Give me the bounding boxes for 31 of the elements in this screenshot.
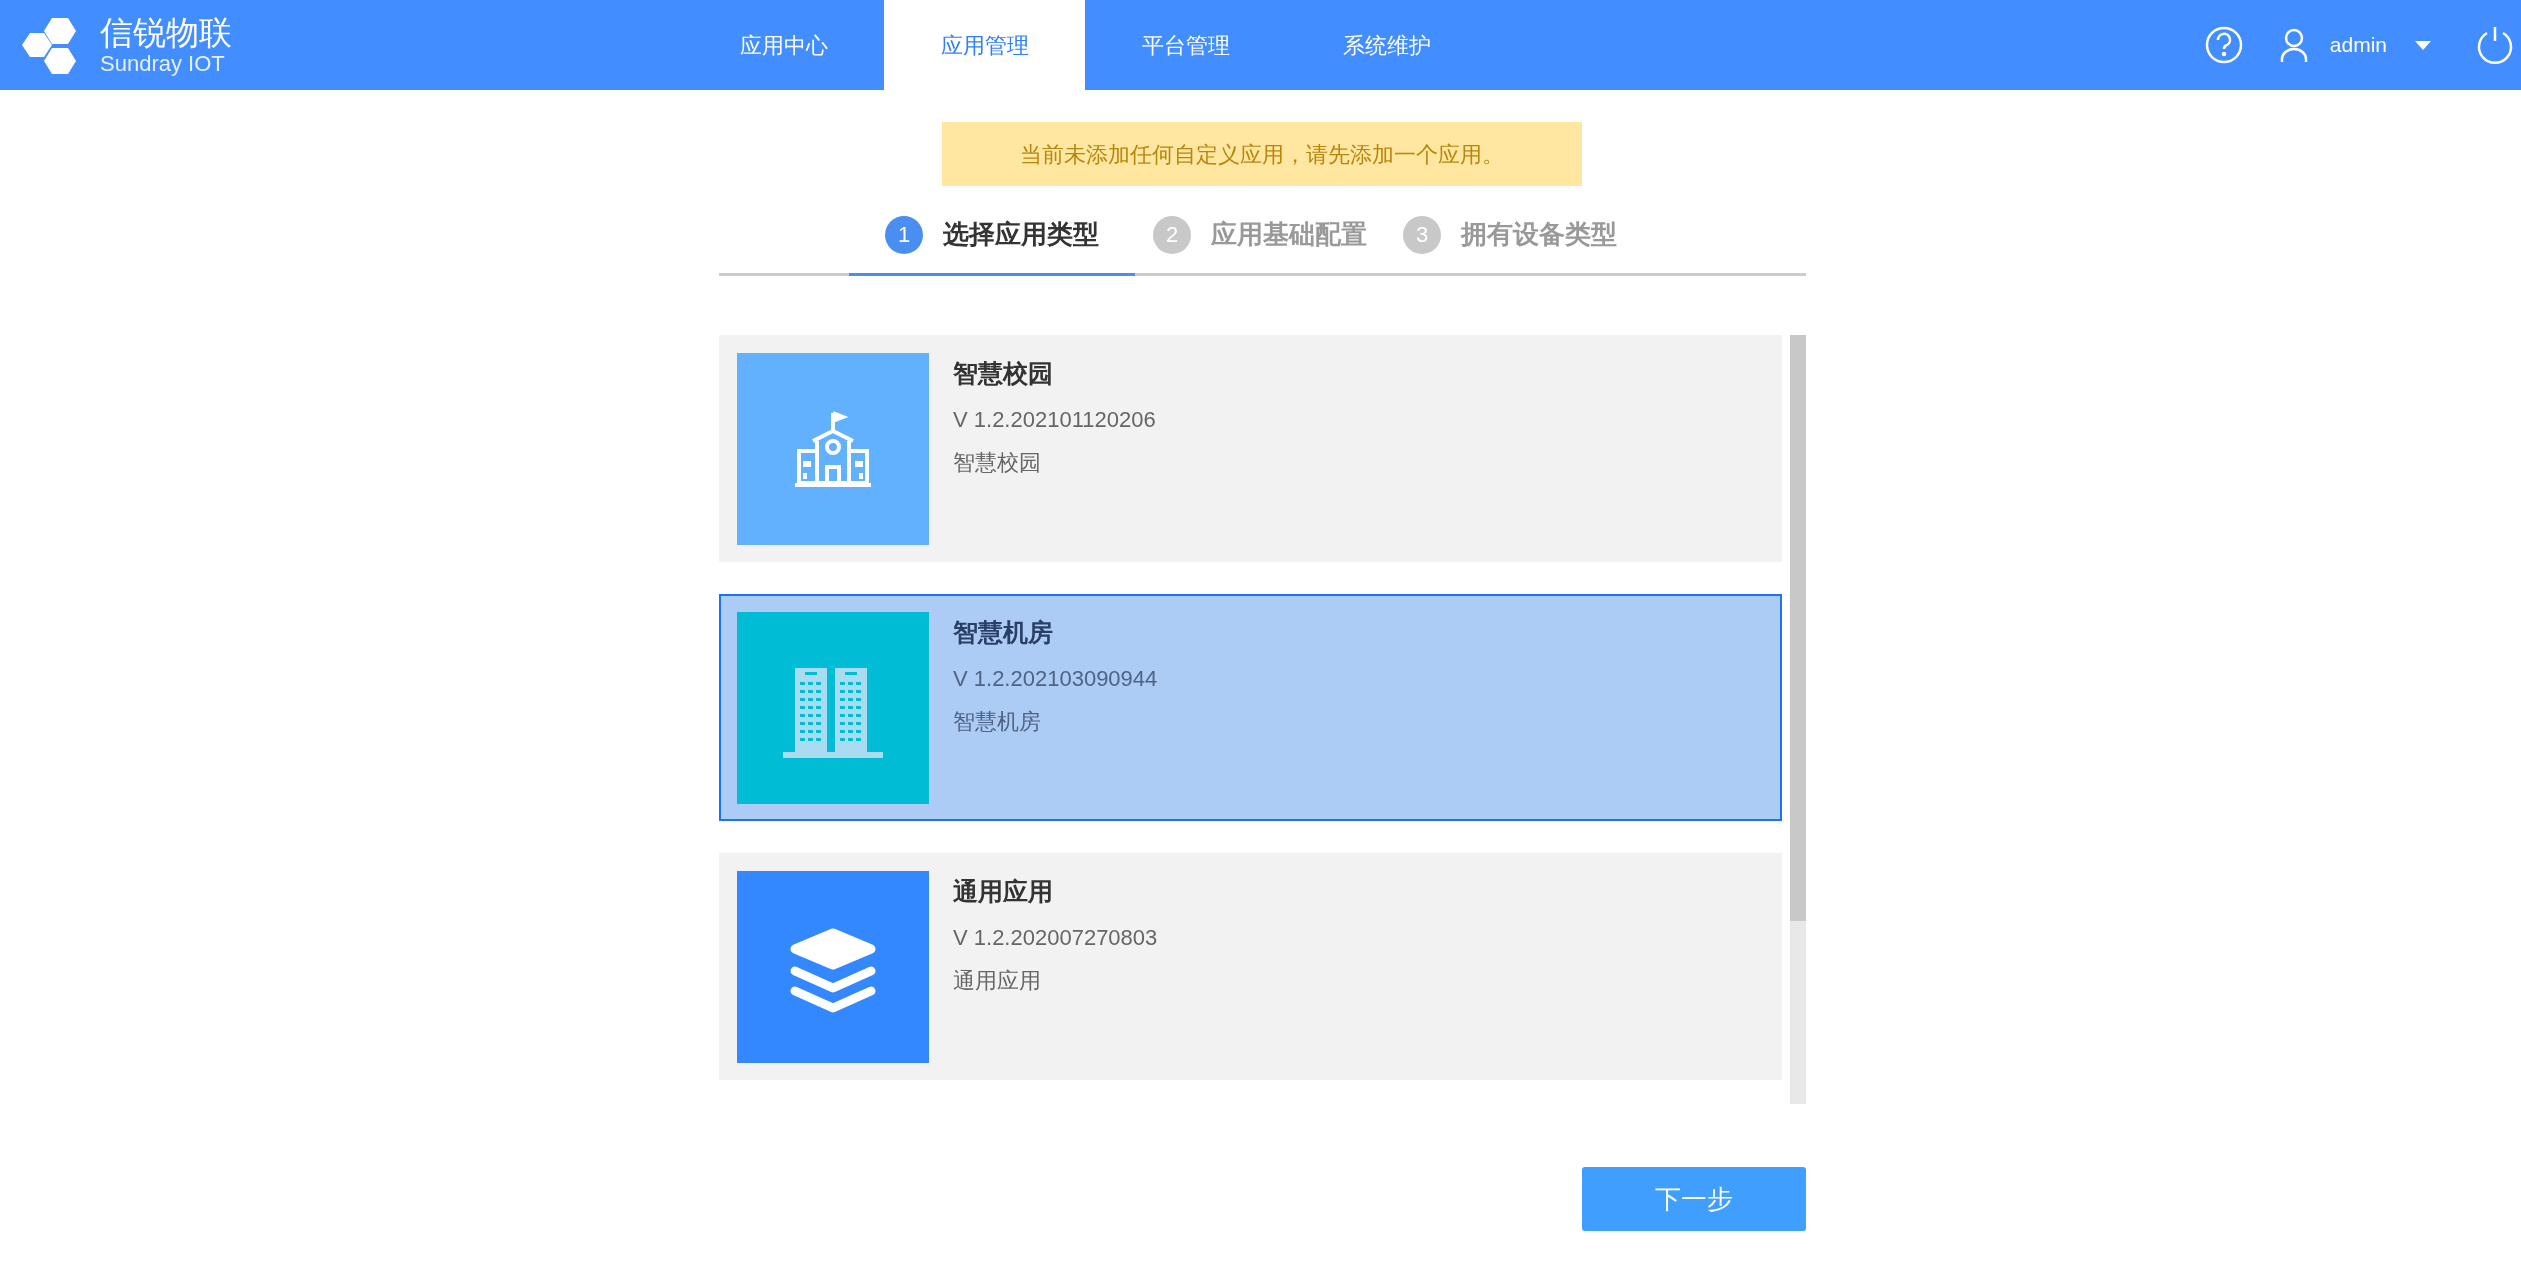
nav-tab[interactable]: 应用中心 <box>683 0 884 90</box>
step-number: 1 <box>885 215 923 254</box>
app-description: 智慧机房 <box>953 707 1042 736</box>
app-card[interactable]: 通用应用 V 1.2.202007270803 通用应用 <box>719 853 1782 1080</box>
help-icon[interactable] <box>2203 25 2244 65</box>
app-version: V 1.2.202007270803 <box>953 923 1158 952</box>
app-description: 通用应用 <box>953 966 1042 995</box>
user-icon[interactable] <box>2279 27 2308 63</box>
nav-tab[interactable]: 系统维护 <box>1286 0 1487 90</box>
step-label: 应用基础配置 <box>1211 218 1367 251</box>
app-card[interactable]: 智慧校园 V 1.2.202101120206 智慧校园 <box>719 335 1782 562</box>
logo-subtitle: Sundray IOT <box>100 52 226 75</box>
step-label: 选择应用类型 <box>943 218 1099 251</box>
nav-tab[interactable]: 平台管理 <box>1085 0 1286 90</box>
app-card[interactable]: 智慧机房 V 1.2.202103090944 智慧机房 <box>719 594 1782 821</box>
next-button[interactable]: 下一步 <box>1582 1167 1806 1231</box>
caret-icon[interactable] <box>2415 40 2431 50</box>
app-version: V 1.2.202101120206 <box>953 405 1156 434</box>
user-menu[interactable]: admin <box>2329 29 2387 61</box>
app-description: 智慧校园 <box>953 448 1042 477</box>
step-tab[interactable]: 1 选择应用类型 <box>849 196 1135 276</box>
app-name: 智慧机房 <box>953 617 1054 648</box>
app-name: 通用应用 <box>953 876 1054 907</box>
nav-tab[interactable]: 应用管理 <box>884 0 1085 90</box>
app-name: 智慧校园 <box>953 358 1054 389</box>
scrollbar-thumb[interactable] <box>1790 335 1806 921</box>
step-label: 拥有设备类型 <box>1461 218 1617 251</box>
app-version: V 1.2.202103090944 <box>953 664 1158 693</box>
logo-title: 信锐物联 <box>100 15 232 49</box>
info-banner: 当前未添加任何自定义应用，请先添加一个应用。 <box>942 122 1582 186</box>
power-icon[interactable] <box>2475 25 2515 65</box>
